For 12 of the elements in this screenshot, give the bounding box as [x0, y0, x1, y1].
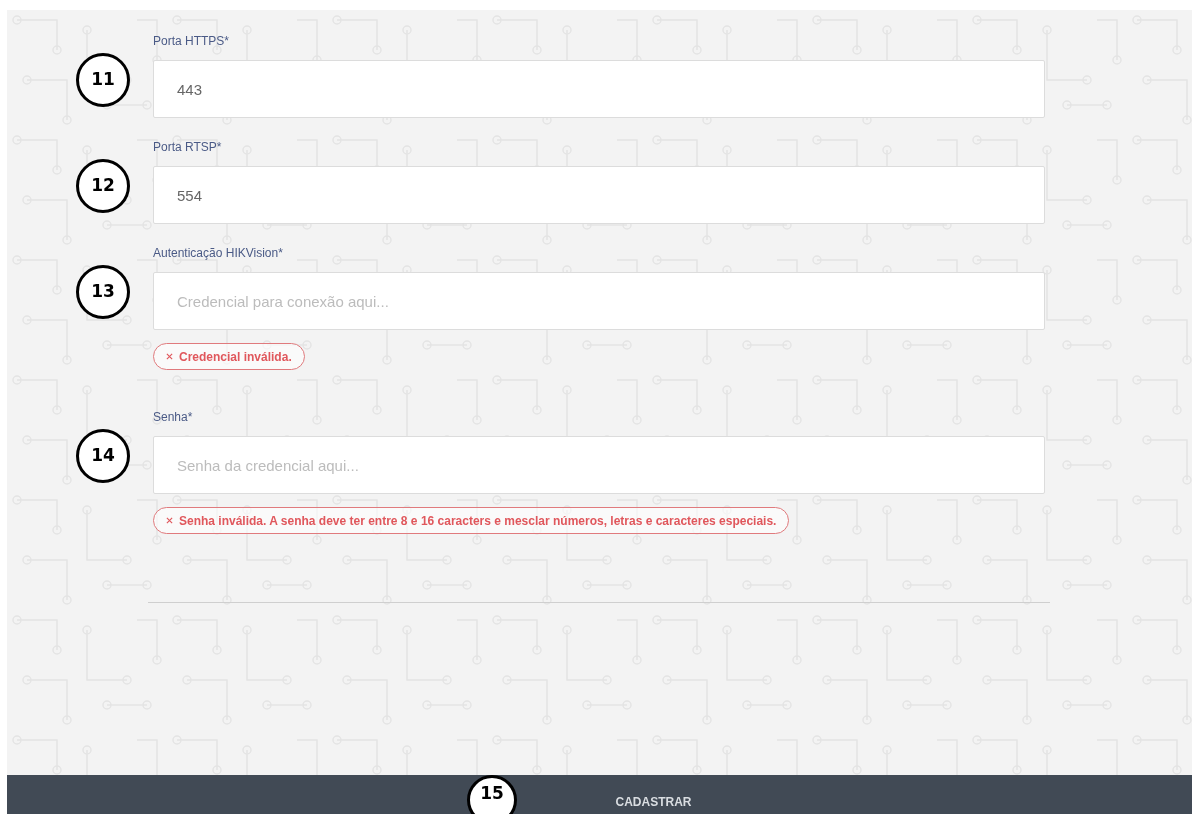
input-field[interactable]: 554	[153, 166, 1045, 224]
input-field[interactable]: 443	[153, 60, 1045, 118]
error-text: Credencial inválida.	[179, 348, 292, 366]
field-label: Porta RTSP*	[153, 139, 223, 155]
error-text: Senha inválida. A senha deve ter entre 8 e 16 caracters e mesclar números, letras e caracteres especiais.	[179, 512, 777, 530]
input-field[interactable]: Credencial para conexão aqui...	[153, 272, 1045, 330]
close-icon	[166, 517, 173, 524]
close-icon	[166, 353, 173, 360]
field-label: Porta HTTPS*	[153, 33, 231, 49]
field-label: Autenticação HIKVision*	[153, 245, 284, 261]
field-label: Senha*	[153, 409, 194, 425]
input-field[interactable]: Senha da credencial aqui...	[153, 436, 1045, 494]
